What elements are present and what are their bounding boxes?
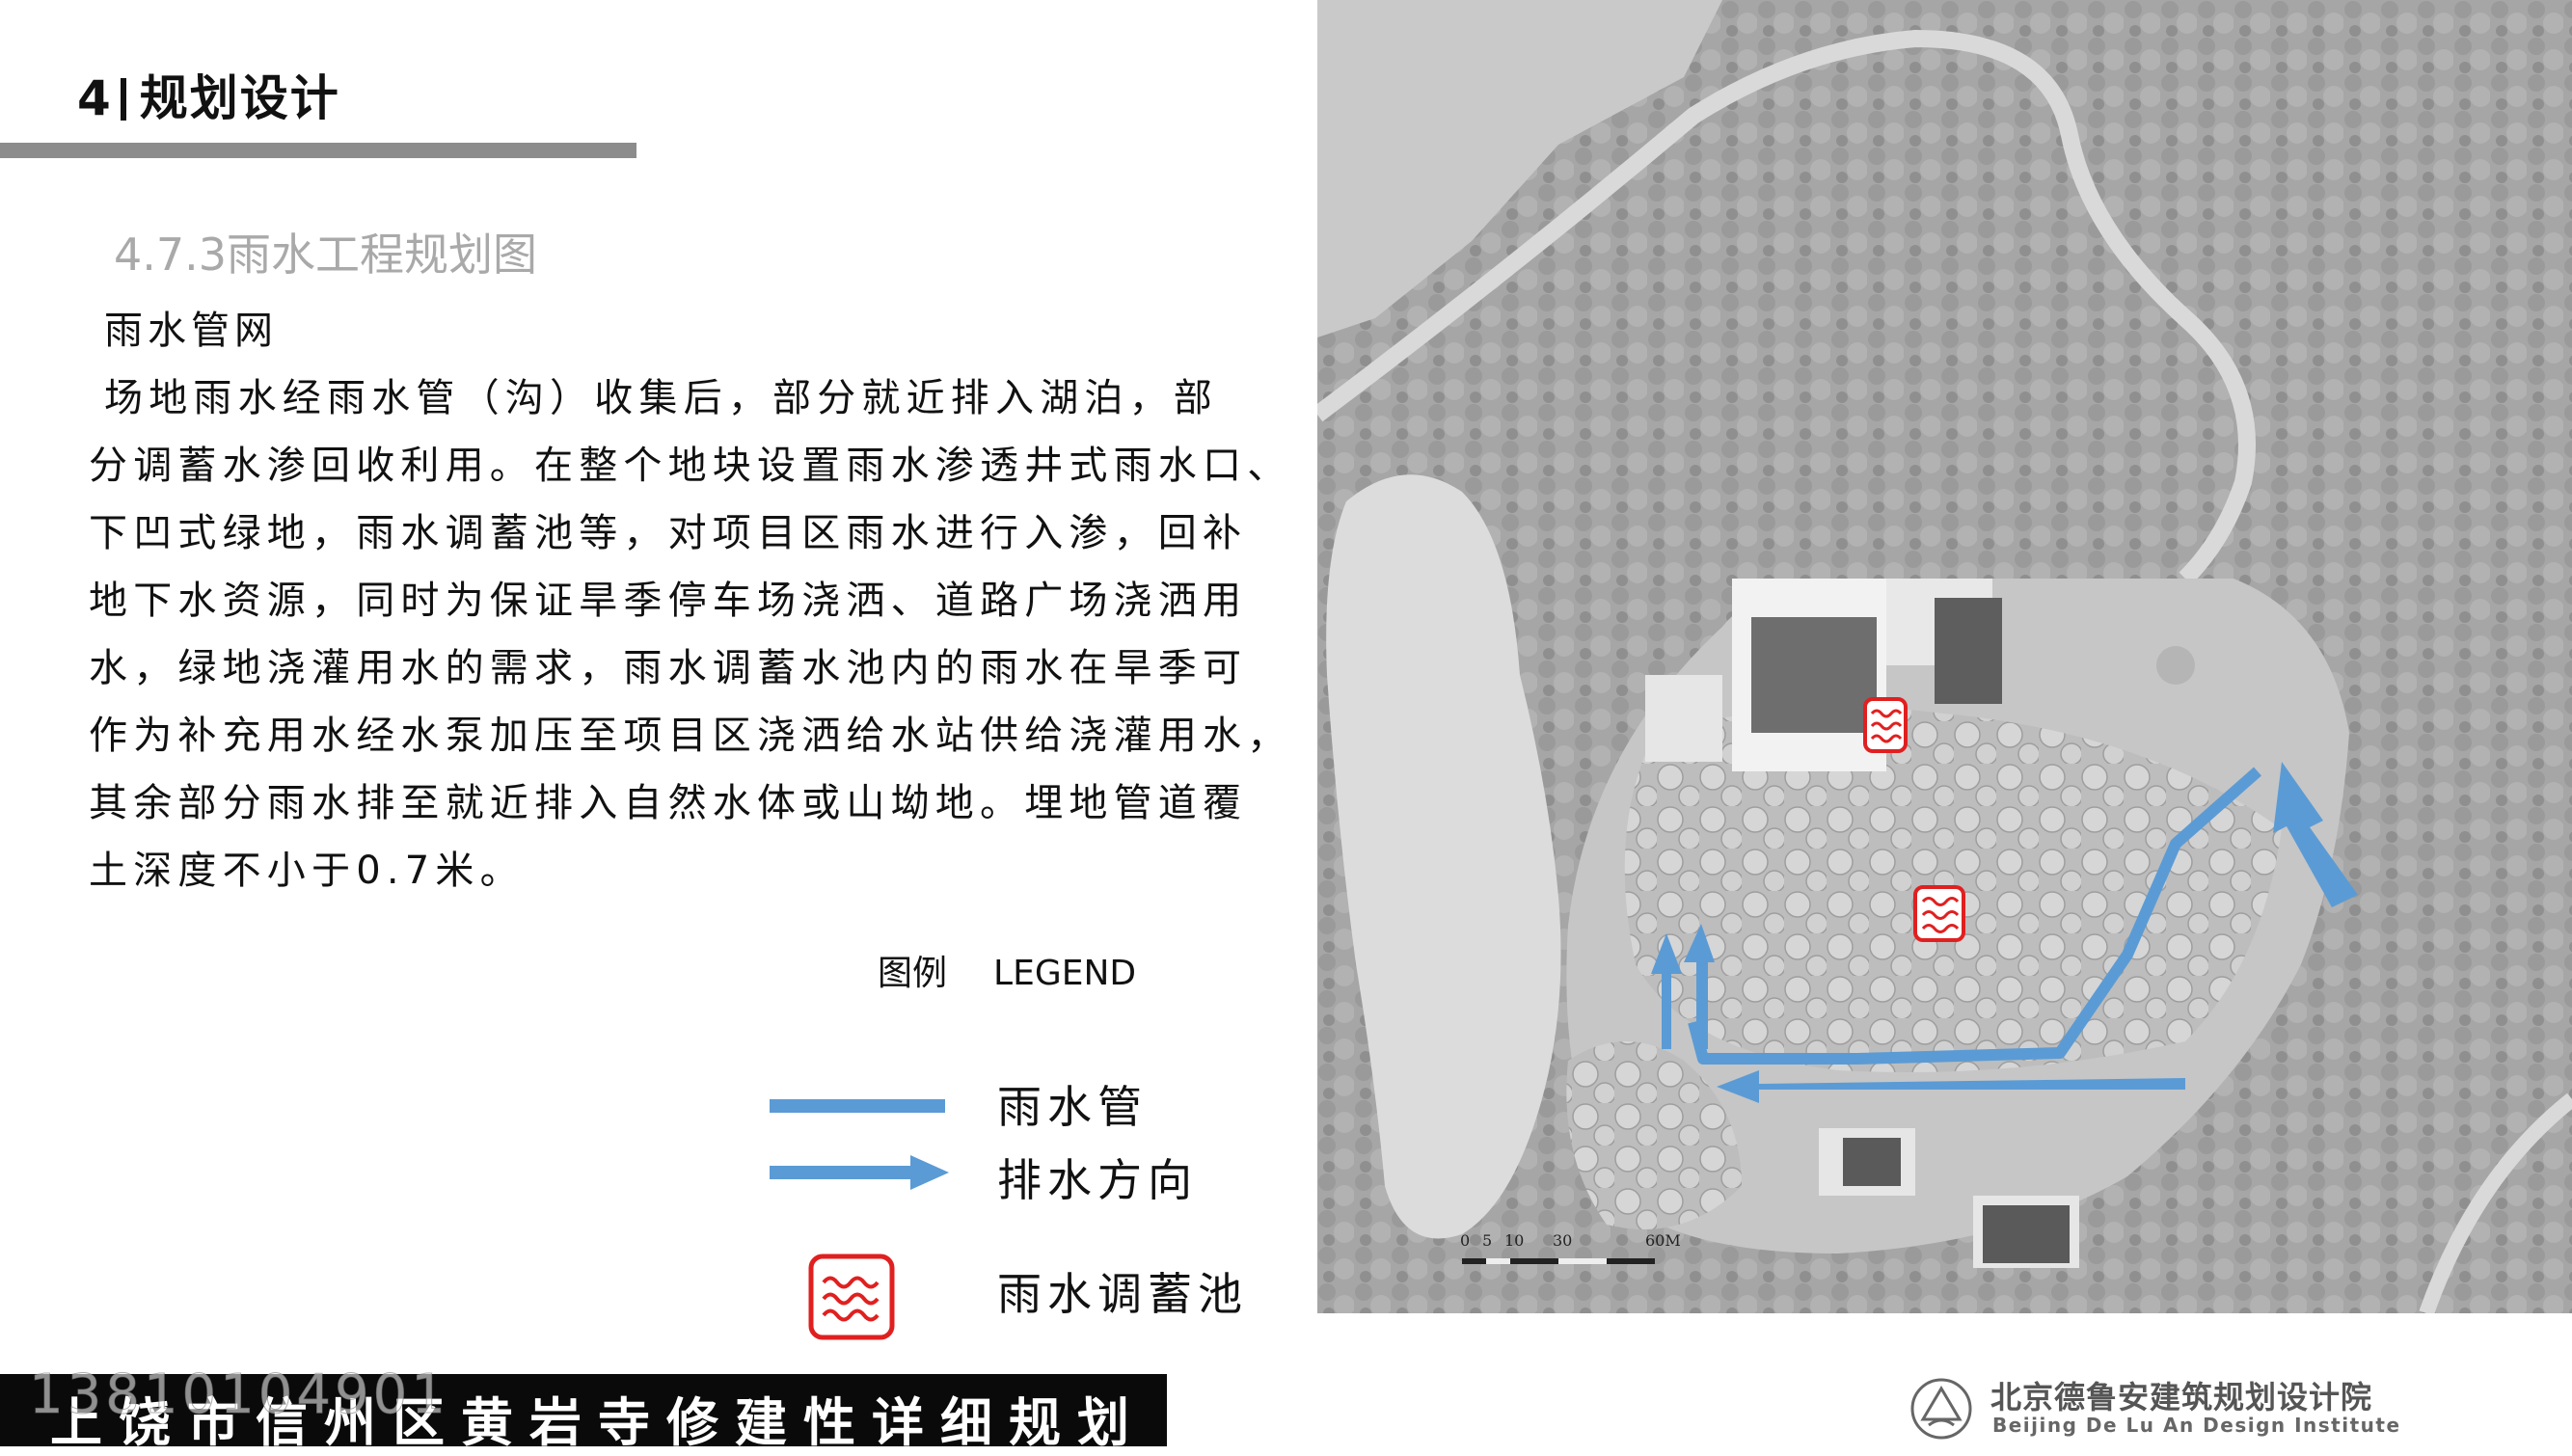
building <box>1645 675 1722 762</box>
body-line: 其余部分雨水排至就近排入自然水体或山坳地。埋地管道覆 <box>89 781 1248 825</box>
arrow-right-icon <box>770 1155 949 1190</box>
building-roof <box>1983 1205 2070 1263</box>
wave-box-icon <box>808 1254 895 1340</box>
header-rule <box>0 143 636 158</box>
body-line: 作为补充用水经水泵加压至项目区浇洒给水站供给浇灌用水， <box>89 714 1292 758</box>
site-plan-map: 0 5 10 30 60M <box>1317 0 2572 1313</box>
content-heading: 雨水管网 <box>104 309 278 353</box>
building-roof <box>1843 1138 1901 1186</box>
retention-pond <box>1863 697 1908 753</box>
body-line: 水，绿地浇灌用水的需求，雨水调蓄水池内的雨水在旱季可 <box>89 646 1248 690</box>
section-title: 规划设计 <box>139 70 340 126</box>
temple-roof <box>1751 617 1877 733</box>
body-line: 分调蓄水渗回收利用。在整个地块设置雨水渗透井式雨水口、 <box>89 444 1292 488</box>
legend-label-direction: 排水方向 <box>997 1154 1198 1206</box>
scale-label: 10 <box>1504 1231 1524 1250</box>
body-line: 下凹式绿地，雨水调蓄池等，对项目区雨水进行入渗，回补 <box>89 511 1248 555</box>
legend-title-en: LEGEND <box>993 954 1137 993</box>
scale-label: 5 <box>1482 1231 1492 1250</box>
page-subtitle: 4.7.3雨水工程规划图 <box>114 229 538 281</box>
section-header: 4 规划设计 <box>77 60 340 129</box>
scale-label: 0 <box>1460 1231 1470 1250</box>
section-divider <box>120 78 126 121</box>
section-number: 4 <box>77 70 113 126</box>
body-line: 地下水资源，同时为保证旱季停车场浇洒、道路广场浇洒用 <box>89 579 1248 623</box>
legend-title: 图例 LEGEND <box>878 945 1136 995</box>
retention-pond <box>1913 885 1965 942</box>
company-name-en: Beijing De Lu An Design Institute <box>1992 1414 2401 1437</box>
legend-label-pond: 雨水调蓄池 <box>997 1268 1248 1320</box>
body-line: 土深度不小于0.7米。 <box>89 849 525 893</box>
phone-watermark: 13810104901 <box>29 1363 449 1427</box>
scale-label: 60M <box>1645 1231 1681 1250</box>
company-name-cn: 北京德鲁安建筑规划设计院 <box>1990 1379 2373 1416</box>
legend-title-cn: 图例 <box>878 954 948 993</box>
building-roof <box>1935 598 2002 704</box>
plaza-circle <box>2156 646 2195 685</box>
pipe-line-icon <box>770 1099 945 1113</box>
legend-label-pipe: 雨水管 <box>997 1081 1148 1133</box>
scale-label: 30 <box>1553 1231 1572 1250</box>
body-line: 场地雨水经雨水管（沟）收集后，部分就近排入湖泊，部 <box>104 376 1218 420</box>
company-logo-icon <box>1910 1378 1972 1440</box>
